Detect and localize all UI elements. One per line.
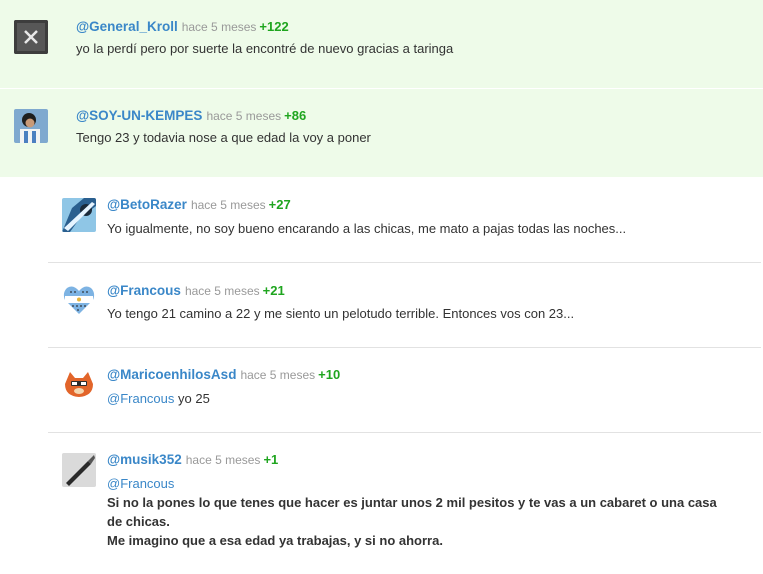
timestamp: hace 5 meses <box>181 20 257 34</box>
timestamp: hace 5 meses <box>184 284 260 298</box>
username-link[interactable]: @General_Kroll <box>76 19 178 34</box>
timestamp: hace 5 meses <box>185 453 261 467</box>
timestamp: hace 5 meses <box>190 198 266 212</box>
comment-item: @SOY-UN-KEMPES hace 5 meses +86 Tengo 23 y… <box>0 89 763 177</box>
vote-count: +21 <box>262 283 285 298</box>
avatar[interactable] <box>62 453 96 487</box>
username-link[interactable]: @BetoRazer <box>107 197 187 212</box>
comment-body: yo 25 <box>178 391 210 406</box>
comment-item: @General_Kroll hace 5 meses +122 yo la per… <box>0 0 763 88</box>
comment-text: @Francous yo 25 <box>107 389 210 408</box>
comment-header: @musik352 hace 5 meses +1 <box>107 452 278 467</box>
comment-text-line: de chicas. <box>107 514 170 529</box>
comment-text: Yo igualmente, no soy bueno encarando a … <box>107 221 627 236</box>
avatar[interactable] <box>14 109 48 143</box>
vote-count: +1 <box>263 452 279 467</box>
username-link[interactable]: @MaricoenhilosAsd <box>107 367 236 382</box>
timestamp: hace 5 meses <box>240 368 316 382</box>
avatar[interactable] <box>62 198 96 232</box>
comment-header: @BetoRazer hace 5 meses +27 <box>107 197 291 212</box>
timestamp: hace 5 meses <box>206 109 282 123</box>
avatar[interactable] <box>62 283 96 317</box>
reply-item: @BetoRazer hace 5 meses +27 Yo igualmente,… <box>48 177 761 263</box>
comment-text: Yo tengo 21 camino a 22 y me siento un p… <box>107 306 575 321</box>
comment-text-line: Me imagino que a esa edad ya trabajas, y… <box>107 533 443 548</box>
reply-item: @Francous hace 5 meses +21 Yo tengo 21 cam… <box>48 263 761 348</box>
vote-count: +10 <box>318 367 341 382</box>
avatar[interactable] <box>62 366 96 400</box>
comment-text-line: Si no la pones lo que tenes que hacer es… <box>107 495 717 510</box>
comment-text: yo la perdí pero por suerte la encontré … <box>76 41 454 56</box>
vote-count: +122 <box>259 19 289 34</box>
mention-link[interactable]: @Francous <box>107 474 174 493</box>
username-link[interactable]: @SOY-UN-KEMPES <box>76 108 202 123</box>
username-link[interactable]: @Francous <box>107 283 181 298</box>
comment-header: @Francous hace 5 meses +21 <box>107 283 285 298</box>
comment-header: @MaricoenhilosAsd hace 5 meses +10 <box>107 367 340 382</box>
username-link[interactable]: @musik352 <box>107 452 182 467</box>
vote-count: +86 <box>284 108 307 123</box>
reply-item: @musik352 hace 5 meses +1 @Francous Si no … <box>48 433 761 574</box>
avatar[interactable] <box>14 20 48 54</box>
mention-link[interactable]: @Francous <box>107 391 174 406</box>
comment-header: @SOY-UN-KEMPES hace 5 meses +86 <box>76 108 306 123</box>
comment-text: Tengo 23 y todavia nose a que edad la vo… <box>76 130 371 145</box>
reply-item: @MaricoenhilosAsd hace 5 meses +10 @Franco… <box>48 348 761 433</box>
comment-header: @General_Kroll hace 5 meses +122 <box>76 19 289 34</box>
vote-count: +27 <box>268 197 291 212</box>
